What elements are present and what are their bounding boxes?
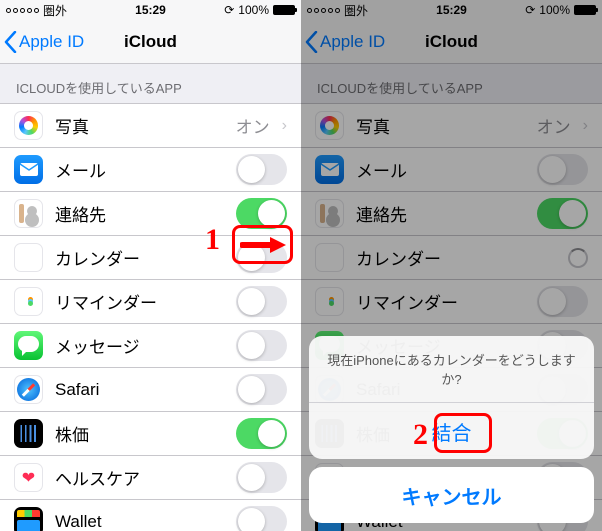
row-calendar[interactable]: カレンダー [0,236,301,280]
chevron-left-icon [4,31,17,53]
sheet-action-merge[interactable]: 結合 [309,403,594,459]
mail-icon [14,155,43,184]
phone-left: 圏外 15:29 ⟳100% Apple ID iCloud ICLOUDを使用… [0,0,301,531]
app-list: 写真 オン › メール 連絡先 カレンダー リマインダー [0,103,301,531]
row-wallet[interactable]: Wallet [0,500,301,531]
switch-messages[interactable] [236,330,287,361]
row-label: メール [55,157,224,182]
switch-mail[interactable] [236,154,287,185]
nav-bar: Apple ID iCloud [0,20,301,64]
switch-reminders[interactable] [236,286,287,317]
messages-icon [14,331,43,360]
chevron-right-icon: › [282,117,287,135]
stocks-icon [14,419,43,448]
status-bar: 圏外 15:29 ⟳100% [0,0,301,20]
switch-safari[interactable] [236,374,287,405]
row-safari[interactable]: Safari [0,368,301,412]
row-health[interactable]: ヘルスケア [0,456,301,500]
contacts-icon [14,199,43,228]
reminders-icon [14,287,43,316]
switch-calendar[interactable] [236,242,287,273]
row-label: ヘルスケア [55,465,224,490]
row-messages[interactable]: メッセージ [0,324,301,368]
clock: 15:29 [0,3,301,17]
action-sheet: 現在iPhoneにあるカレンダーをどうしますか? 結合 キャンセル [309,336,594,523]
row-label: Safari [55,380,224,400]
section-header: ICLOUDを使用しているAPP [0,64,301,103]
switch-contacts[interactable] [236,198,287,229]
row-label: リマインダー [55,289,224,314]
row-label: 連絡先 [55,201,224,226]
row-label: カレンダー [55,245,224,270]
safari-icon [14,375,43,404]
row-label: 株価 [55,421,224,446]
envelope-icon [20,163,38,176]
back-button[interactable]: Apple ID [0,31,84,53]
row-mail[interactable]: メール [0,148,301,192]
wallet-icon [14,507,43,531]
photos-icon [14,111,43,140]
switch-wallet[interactable] [236,506,287,531]
row-stocks[interactable]: 株価 [0,412,301,456]
row-photos[interactable]: 写真 オン › [0,104,301,148]
row-contacts[interactable]: 連絡先 [0,192,301,236]
back-label: Apple ID [19,32,84,52]
switch-health[interactable] [236,462,287,493]
row-reminders[interactable]: リマインダー [0,280,301,324]
battery-icon [273,5,295,15]
row-value: オン [236,113,270,138]
sheet-cancel[interactable]: キャンセル [309,467,594,523]
sheet-message: 現在iPhoneにあるカレンダーをどうしますか? [309,336,594,403]
row-label: 写真 [55,113,224,138]
calendar-icon [14,243,43,272]
row-label: Wallet [55,512,224,531]
row-label: メッセージ [55,333,224,358]
phone-right: 圏外 15:29 ⟳100% Apple ID iCloud ICLOUDを使用… [301,0,602,531]
health-icon [14,463,43,492]
switch-stocks[interactable] [236,418,287,449]
